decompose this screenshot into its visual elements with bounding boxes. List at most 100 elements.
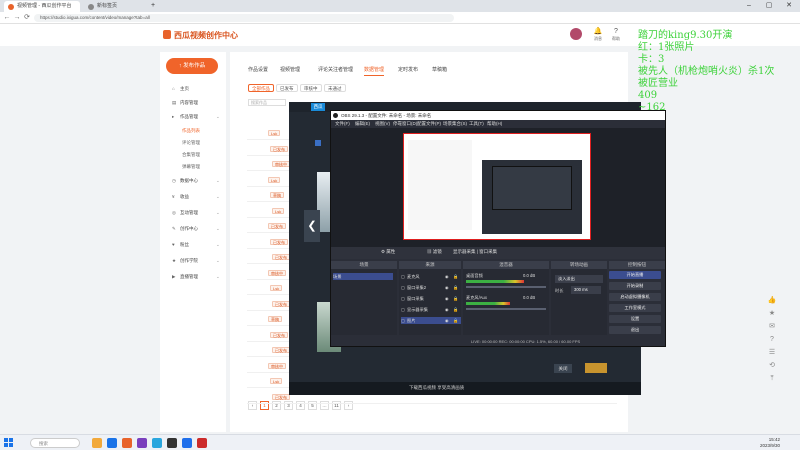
side-tool-icon[interactable]: 👍	[767, 296, 777, 306]
scene-item[interactable]: 场景	[333, 273, 393, 280]
sidebar-item[interactable]: 作品列表	[182, 126, 200, 136]
obs-menu-item[interactable]: 视图(V)	[375, 121, 390, 127]
lock-icon[interactable]: 🔒	[453, 306, 458, 313]
side-tool-icon[interactable]: ☰	[767, 348, 777, 358]
notification-button[interactable]: 🔔 消息	[590, 28, 606, 42]
lock-icon[interactable]: 🔒	[453, 273, 458, 280]
control-button-4[interactable]: 设置	[609, 315, 661, 323]
obs-menu-item[interactable]: 配置文件(P)	[417, 121, 441, 127]
side-tool-icon[interactable]: ★	[767, 309, 777, 319]
tab-2[interactable]: 评论关注者管理	[318, 66, 353, 73]
control-button-5[interactable]: 退出	[609, 326, 661, 334]
avatar[interactable]	[570, 28, 582, 40]
obs-preview[interactable]	[331, 128, 665, 247]
obs-menu-item[interactable]: 文件(F)	[335, 121, 350, 127]
download-prompt[interactable]: 下载西瓜视频 享受高清画质	[409, 385, 464, 391]
transition-select[interactable]: 淡入淡出	[555, 275, 603, 283]
lock-icon[interactable]: 🔒	[453, 284, 458, 291]
back-button[interactable]: ←	[3, 14, 11, 22]
tab-5[interactable]: 草稿箱	[432, 66, 447, 73]
source-item[interactable]: ▢ 显示器采集 ◉ 🔒	[401, 306, 461, 313]
search-input[interactable]: 搜索作品	[248, 99, 286, 106]
volume-slider[interactable]	[466, 286, 546, 288]
obs-menu-item[interactable]: 编辑(E)	[355, 121, 370, 127]
browser-tab[interactable]: 新标签页	[84, 1, 144, 12]
filter-tab[interactable]: 已发布	[276, 84, 298, 92]
previous-arrow-button[interactable]: ❮	[304, 210, 320, 242]
browser-tab-active[interactable]: 视频管理 - 西瓜创作平台	[4, 1, 80, 12]
system-clock[interactable]: 15:42 2023/9/30	[760, 437, 780, 449]
control-button-0[interactable]: 开始直播	[609, 271, 661, 279]
tab-3[interactable]: 数据管理	[364, 66, 385, 76]
new-tab-button[interactable]: +	[148, 1, 158, 11]
sidebar-item[interactable]: ★ 创作学院 ⌄	[172, 256, 220, 266]
sidebar-item[interactable]: 合集管理	[182, 150, 200, 160]
sidebar-item[interactable]: ✎ 创作中心 ⌄	[172, 224, 220, 234]
sidebar-item[interactable]: ▸ 作品管理 ⌄	[172, 112, 220, 122]
side-tool-icon[interactable]: ?	[767, 335, 777, 345]
minimize-button[interactable]: –	[740, 1, 758, 11]
tab-1[interactable]: 视频管理	[280, 66, 300, 73]
site-logo[interactable]: 西瓜视频创作中心	[174, 30, 238, 41]
refresh-button[interactable]: ⟳	[23, 14, 31, 22]
url-input[interactable]: https://studio.ixigua.com/content/video/…	[34, 14, 454, 22]
taskbar-app-icon[interactable]	[167, 438, 177, 448]
visibility-eye-icon[interactable]: ◉	[445, 273, 449, 280]
visibility-eye-icon[interactable]: ◉	[445, 295, 449, 302]
volume-slider[interactable]	[466, 308, 546, 310]
filter-tab[interactable]: 审核中	[300, 84, 322, 92]
source-item[interactable]: ▢ 窗口采集 ◉ 🔒	[401, 295, 461, 302]
filter-tab[interactable]: 未通过	[324, 84, 346, 92]
sidebar-item[interactable]: 评论管理	[182, 138, 200, 148]
source-item[interactable]: ▢ 麦克风 ◉ 🔒	[401, 273, 461, 280]
obs-menu-item[interactable]: 帮助(H)	[487, 121, 502, 127]
source-control[interactable]: 显示器采集 | 窗口采集	[453, 249, 497, 255]
taskbar-search-input[interactable]: 搜索	[30, 438, 80, 448]
taskbar-app-icon[interactable]	[152, 438, 162, 448]
side-tool-icon[interactable]: ✉	[767, 322, 777, 332]
sidebar-item[interactable]: ◎ 互动管理 ⌄	[172, 208, 220, 218]
sidebar-item[interactable]: ▶ 直播管理 ⌄	[172, 272, 220, 282]
sidebar-item[interactable]: ¥ 收益 ⌄	[172, 192, 220, 202]
filter-tab[interactable]: 全部作品	[248, 84, 274, 92]
tab-0[interactable]: 作品设置	[248, 66, 268, 73]
tab-4[interactable]: 定时发布	[398, 66, 418, 73]
obs-menu-item[interactable]: 停靠窗口(D)	[393, 121, 417, 127]
source-item[interactable]: ▢ 图片 ◉ 🔒	[401, 317, 461, 324]
taskbar-app-icon[interactable]	[182, 438, 192, 448]
taskbar-app-icon[interactable]	[137, 438, 147, 448]
visibility-eye-icon[interactable]: ◉	[445, 306, 449, 313]
source-control[interactable]: ⚙ 属性	[381, 249, 395, 255]
duration-input[interactable]: 300 ms	[571, 286, 601, 294]
taskbar-app-icon[interactable]	[107, 438, 117, 448]
maximize-button[interactable]: ▢	[760, 1, 778, 11]
visibility-eye-icon[interactable]: ◉	[445, 284, 449, 291]
sidebar-item[interactable]: 弹幕管理	[182, 162, 200, 172]
source-control[interactable]: ▦ 滤镜	[427, 249, 442, 255]
help-button[interactable]: ? 帮助	[608, 28, 624, 42]
obs-menu-item[interactable]: 工具(T)	[469, 121, 484, 127]
visibility-eye-icon[interactable]: ◉	[445, 317, 449, 324]
lock-icon[interactable]: 🔒	[453, 317, 458, 324]
obs-menu-item[interactable]: 场景集合(S)	[443, 121, 467, 127]
publish-button[interactable]: ↑ 发布作品	[166, 58, 218, 74]
source-item[interactable]: ▢ 窗口采集2 ◉ 🔒	[401, 284, 461, 291]
sidebar-item[interactable]: ⌂ 主页	[172, 84, 189, 94]
side-tool-icon[interactable]: ⟲	[767, 361, 777, 371]
taskbar-app-icon[interactable]	[92, 438, 102, 448]
side-tool-icon[interactable]: ⤒	[767, 374, 777, 384]
sidebar-item[interactable]: ▤ 内容管理	[172, 98, 198, 108]
lock-icon[interactable]: 🔒	[453, 295, 458, 302]
control-button-2[interactable]: 启动虚拟摄像机	[609, 293, 661, 301]
control-button-1[interactable]: 开始录制	[609, 282, 661, 290]
taskbar-app-icon[interactable]	[197, 438, 207, 448]
forward-button[interactable]: →	[13, 14, 21, 22]
close-video-button[interactable]: 关闭	[554, 364, 572, 373]
start-button[interactable]	[4, 438, 14, 448]
taskbar-app-icon[interactable]	[122, 438, 132, 448]
control-button-3[interactable]: 工作室模式	[609, 304, 661, 312]
preview-canvas[interactable]	[403, 133, 591, 240]
sidebar-item[interactable]: ♥ 粉丝 ⌄	[172, 240, 220, 250]
close-window-button[interactable]: ✕	[780, 1, 798, 11]
sidebar-item[interactable]: ◷ 数据中心 ⌄	[172, 176, 220, 186]
